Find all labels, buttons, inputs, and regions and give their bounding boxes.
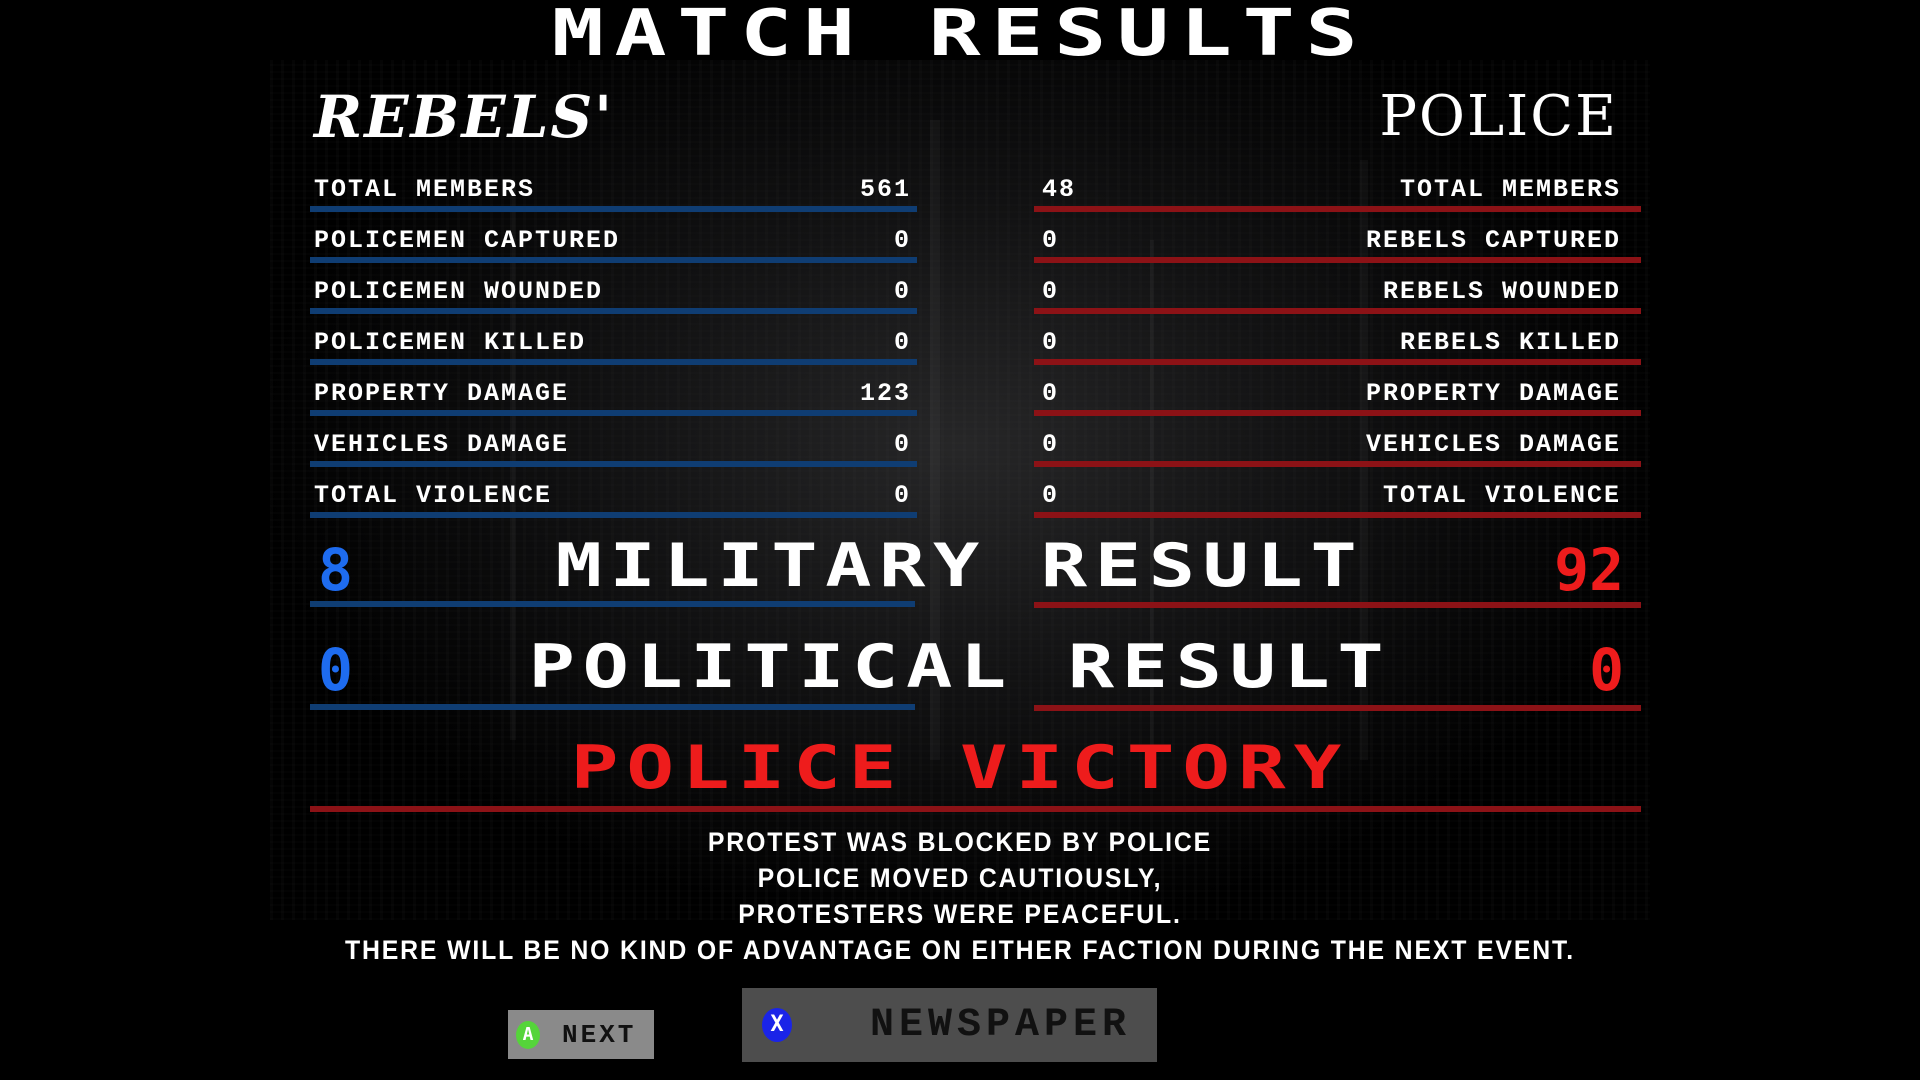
stat-row: 0 VEHICLES DAMAGE: [1034, 425, 1641, 476]
police-military-score: 92: [1554, 536, 1624, 604]
summary-line: POLICE MOVED CAUTIOUSLY,: [757, 863, 1163, 893]
stat-row: VEHICLES DAMAGE 0: [310, 425, 917, 476]
divider: [310, 461, 917, 467]
summary-line: PROTESTERS WERE PEACEFUL.: [738, 899, 1182, 929]
stat-value: 0: [1042, 379, 1060, 408]
stat-value: 0: [1042, 226, 1060, 255]
divider: [310, 704, 915, 710]
stat-label: REBELS KILLED: [1399, 328, 1621, 357]
divider: [1034, 461, 1641, 467]
stat-value: 0: [1042, 328, 1060, 357]
stat-value: 0: [893, 328, 911, 357]
gamepad-a-button-icon: A: [516, 1020, 540, 1049]
gamepad-x-button-icon: X: [762, 1008, 792, 1042]
divider: [1034, 359, 1641, 365]
police-header: POLICE: [1379, 84, 1618, 149]
stat-value: 0: [893, 277, 911, 306]
stat-label: POLICEMEN WOUNDED: [314, 277, 604, 306]
stat-label: POLICEMEN CAPTURED: [314, 226, 621, 255]
divider: [1034, 512, 1641, 518]
stat-row: 48 TOTAL MEMBERS: [1034, 170, 1641, 221]
stat-label: REBELS WOUNDED: [1382, 277, 1621, 306]
stat-row: 0 TOTAL VIOLENCE: [1034, 476, 1641, 527]
divider: [1034, 705, 1641, 711]
stat-row: TOTAL MEMBERS 561: [310, 170, 917, 221]
stat-value: 0: [1042, 430, 1060, 459]
divider: [1034, 206, 1641, 212]
stat-row: POLICEMEN WOUNDED 0: [310, 272, 917, 323]
stat-value: 123: [859, 379, 911, 408]
stat-value: 48: [1042, 175, 1077, 204]
newspaper-button-label: NEWSPAPER: [870, 1002, 1132, 1048]
summary-line: THERE WILL BE NO KIND OF ADVANTAGE ON EI…: [344, 935, 1576, 965]
stat-row: 0 REBELS WOUNDED: [1034, 272, 1641, 323]
stat-row: 0 REBELS KILLED: [1034, 323, 1641, 374]
stat-label: TOTAL VIOLENCE: [314, 481, 553, 510]
stat-value: 0: [893, 226, 911, 255]
stat-row: 0 REBELS CAPTURED: [1034, 221, 1641, 272]
rebels-header: REBELS': [314, 83, 615, 151]
next-button[interactable]: A NEXT: [508, 1010, 654, 1059]
military-result-label: MILITARY RESULT: [555, 531, 1365, 601]
stat-row: POLICEMEN CAPTURED 0: [310, 221, 917, 272]
divider: [1034, 308, 1641, 314]
stat-label: VEHICLES DAMAGE: [1365, 430, 1621, 459]
stat-value: 0: [893, 481, 911, 510]
divider: [310, 410, 917, 416]
page-title: MATCH RESULTS: [551, 0, 1369, 71]
stat-label: PROPERTY DAMAGE: [1365, 379, 1621, 408]
police-political-score: 0: [1589, 636, 1624, 704]
divider: [310, 206, 917, 212]
stat-row: 0 PROPERTY DAMAGE: [1034, 374, 1641, 425]
divider: [310, 359, 917, 365]
stat-value: 0: [893, 430, 911, 459]
political-result-label: POLITICAL RESULT: [528, 632, 1392, 702]
divider: [310, 601, 915, 607]
stat-label: TOTAL VIOLENCE: [1382, 481, 1621, 510]
police-stats-panel: 48 TOTAL MEMBERS 0 REBELS CAPTURED 0 REBELS…: [1034, 170, 1641, 527]
divider: [1034, 257, 1641, 263]
next-button-label: NEXT: [562, 1019, 637, 1050]
newspaper-button[interactable]: X NEWSPAPER: [742, 988, 1157, 1062]
divider: [310, 257, 917, 263]
stat-value: 0: [1042, 481, 1060, 510]
rebels-stats-panel: TOTAL MEMBERS 561 POLICEMEN CAPTURED 0 POL…: [310, 170, 917, 527]
match-summary: PROTEST WAS BLOCKED BY POLICE POLICE MOV…: [0, 824, 1920, 968]
stat-label: TOTAL MEMBERS: [1399, 175, 1621, 204]
divider: [310, 308, 917, 314]
stat-value: 0: [1042, 277, 1060, 306]
stat-value: 561: [859, 175, 911, 204]
stat-row: POLICEMEN KILLED 0: [310, 323, 917, 374]
divider: [1034, 410, 1641, 416]
stat-label: REBELS CAPTURED: [1365, 226, 1621, 255]
summary-line: PROTEST WAS BLOCKED BY POLICE: [707, 827, 1213, 857]
stat-label: TOTAL MEMBERS: [314, 175, 536, 204]
divider: [310, 512, 917, 518]
outcome-banner: POLICE VICTORY: [570, 733, 1350, 803]
stat-label: PROPERTY DAMAGE: [314, 379, 570, 408]
divider: [1034, 602, 1641, 608]
divider: [310, 806, 1641, 812]
stat-label: VEHICLES DAMAGE: [314, 430, 570, 459]
stat-label: POLICEMEN KILLED: [314, 328, 587, 357]
stat-row: TOTAL VIOLENCE 0: [310, 476, 917, 527]
stat-row: PROPERTY DAMAGE 123: [310, 374, 917, 425]
